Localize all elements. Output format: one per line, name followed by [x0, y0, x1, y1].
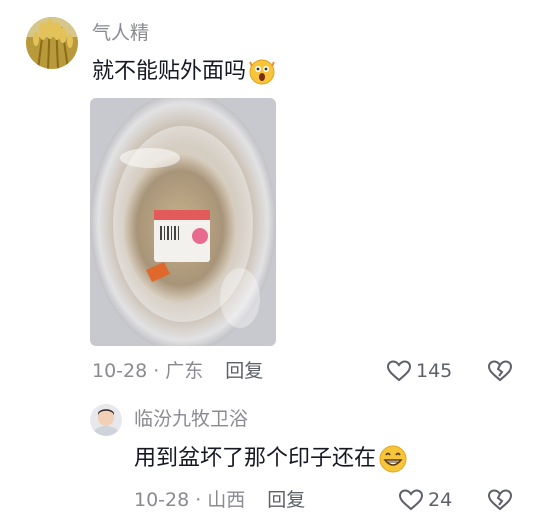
comment-location: 山西	[207, 489, 246, 511]
broken-heart-icon	[487, 360, 513, 382]
grinning-face-emoji-icon	[378, 444, 408, 474]
comment-date: 10-28	[134, 489, 190, 511]
broken-heart-icon	[487, 489, 513, 511]
comment-1: 气人精 就不能贴外面吗 10-28 · 广东 回复 145	[0, 0, 540, 390]
avatar[interactable]	[90, 404, 122, 436]
username[interactable]: 气人精	[92, 22, 149, 44]
like-count: 145	[416, 360, 453, 382]
comment-date: 10-28	[92, 360, 148, 382]
dislike-button[interactable]	[487, 488, 513, 516]
comment-2: 临汾九牧卫浴 用到盆坏了那个印子还在 10-28 · 山西 回复 24	[0, 396, 540, 524]
username[interactable]: 临汾九牧卫浴	[134, 408, 248, 430]
heart-icon	[398, 489, 424, 511]
like-button[interactable]: 24	[398, 488, 452, 512]
avatar[interactable]	[26, 17, 78, 69]
heart-icon	[386, 360, 412, 382]
steel-basin-image	[90, 98, 276, 346]
dislike-button[interactable]	[487, 359, 513, 387]
comment-location: 广东	[165, 360, 204, 382]
reply-button[interactable]: 回复	[267, 488, 305, 512]
wheat-avatar-image	[26, 17, 78, 69]
comment-meta: 10-28 · 广东 回复	[92, 359, 263, 383]
separator-dot: ·	[195, 489, 202, 511]
like-button[interactable]: 145	[386, 359, 452, 383]
man-portrait-image	[90, 404, 122, 436]
reply-button[interactable]: 回复	[225, 359, 263, 383]
separator-dot: ·	[153, 360, 160, 382]
attached-photo[interactable]	[90, 98, 276, 346]
comment-text: 就不能贴外面吗	[92, 58, 276, 86]
comment-meta: 10-28 · 山西 回复	[134, 488, 305, 512]
comment-text-content: 用到盆坏了那个印子还在	[134, 446, 377, 471]
comment-text: 用到盆坏了那个印子还在	[134, 444, 408, 474]
comment-text-content: 就不能贴外面吗	[92, 59, 247, 84]
like-count: 24	[428, 489, 453, 511]
shocked-face-emoji-icon	[248, 58, 276, 86]
